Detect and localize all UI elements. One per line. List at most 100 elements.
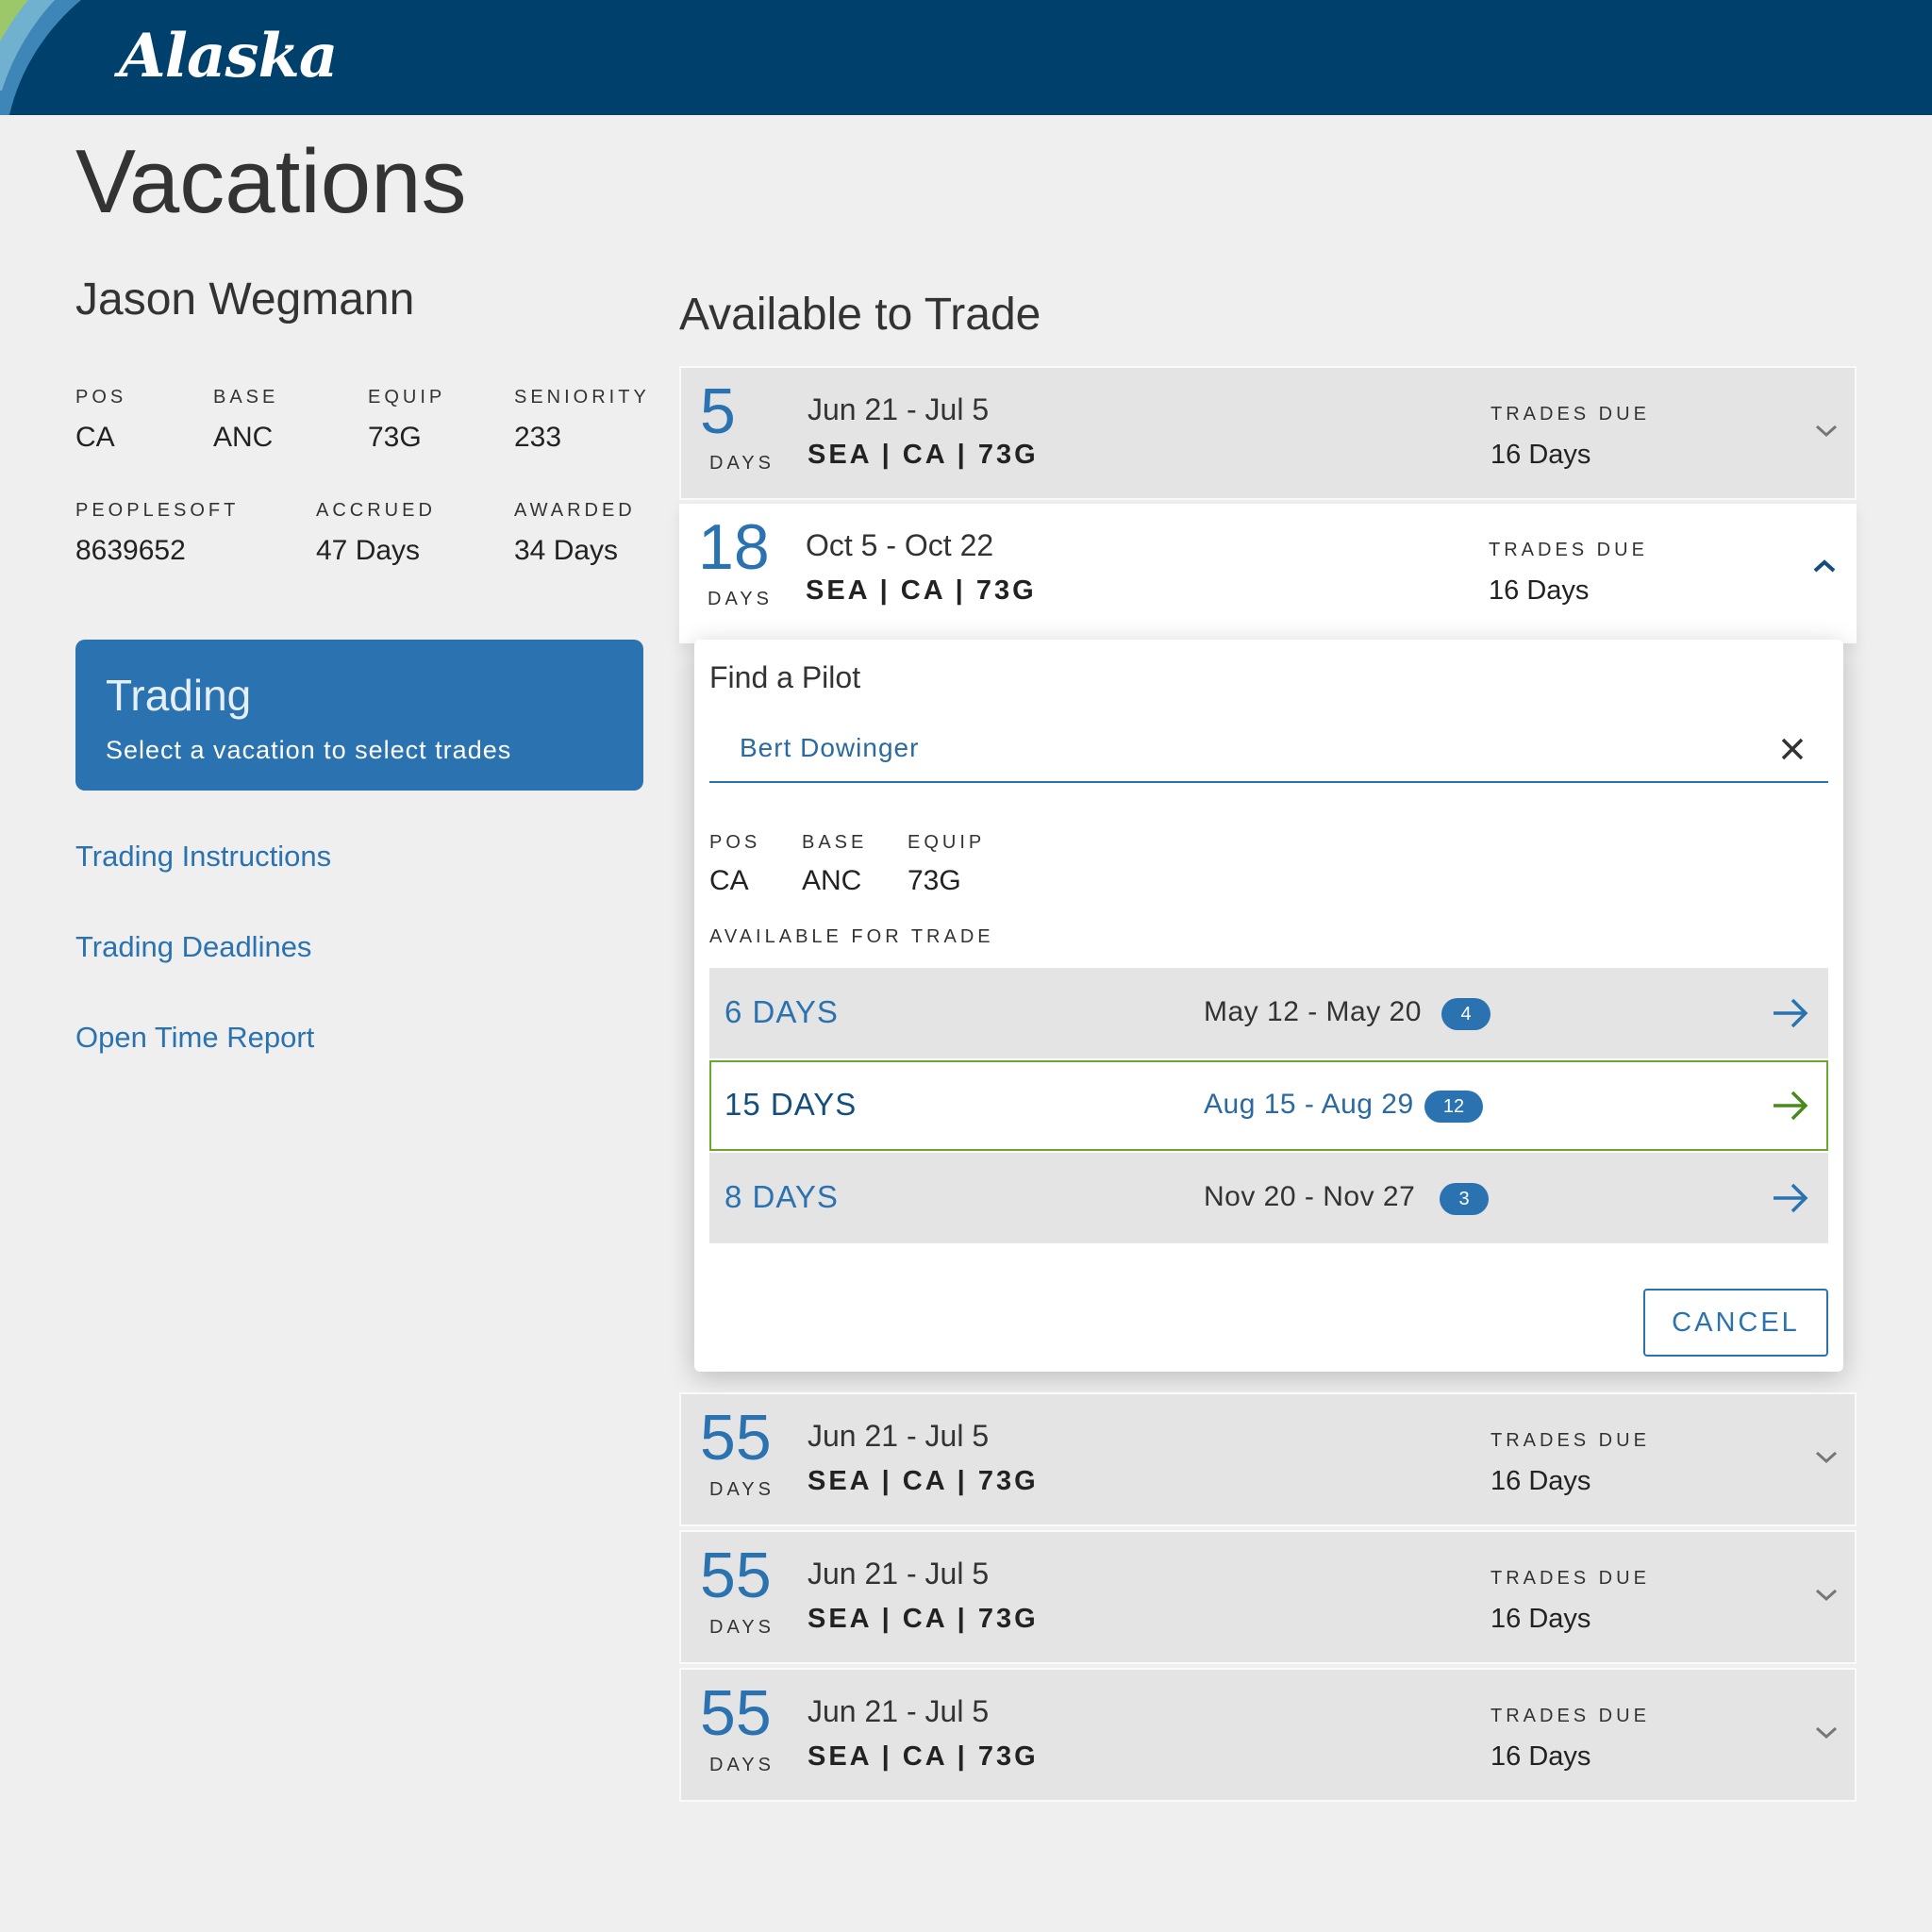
stat-equip: EQUIP 73G xyxy=(368,387,445,454)
vacation-dates: Oct 5 - Oct 22 xyxy=(806,528,994,562)
vacation-route: SEA | CA | 73G xyxy=(808,1604,1039,1634)
trades-due-value: 16 Days xyxy=(1491,440,1591,470)
stat-value: CA xyxy=(709,865,749,896)
vacation-route: SEA | CA | 73G xyxy=(808,440,1039,470)
alaska-logo[interactable]: Alaska xyxy=(119,21,338,92)
arrow-right-icon[interactable] xyxy=(1770,1087,1811,1124)
stat-accrued: ACCRUED 47 Days xyxy=(316,500,436,567)
vacation-route: SEA | CA | 73G xyxy=(808,1741,1039,1772)
pilot-search-input[interactable] xyxy=(740,724,1683,772)
cancel-button[interactable]: CANCEL xyxy=(1643,1289,1828,1357)
stat-label: PEOPLESOFT xyxy=(75,500,240,521)
trades-due-value: 16 Days xyxy=(1491,1604,1591,1634)
trade-option-selected[interactable]: 15 DAYS Aug 15 - Aug 29 12 xyxy=(709,1060,1828,1151)
trading-instructions-link[interactable]: Trading Instructions xyxy=(75,840,331,874)
stat-value: 47 Days xyxy=(316,535,421,566)
vacation-days-count: 5 xyxy=(700,375,736,447)
stat-value: 73G xyxy=(908,865,961,896)
trade-days: 8 DAYS xyxy=(724,1179,839,1214)
days-label: DAYS xyxy=(709,1755,774,1775)
trades-due-label: TRADES DUE xyxy=(1489,540,1648,560)
trades-due-value: 16 Days xyxy=(1491,1741,1591,1772)
vacation-days-count: 55 xyxy=(700,1402,772,1474)
pilot-search-field xyxy=(709,717,1828,783)
vacation-days-count: 55 xyxy=(700,1540,772,1611)
trades-due-value: 16 Days xyxy=(1489,575,1590,606)
stat-pos: POS CA xyxy=(75,387,126,454)
stat-value: 233 xyxy=(514,422,562,453)
available-for-trade-label: AVAILABLE FOR TRADE xyxy=(709,926,994,947)
trades-due-label: TRADES DUE xyxy=(1491,1706,1650,1726)
stat-value: 34 Days xyxy=(514,535,619,566)
trade-count-badge: 4 xyxy=(1441,998,1491,1030)
trades-due-label: TRADES DUE xyxy=(1491,1568,1650,1589)
chevron-down-icon[interactable] xyxy=(1811,419,1841,441)
find-pilot-title: Find a Pilot xyxy=(709,660,861,694)
trade-date-range: Nov 20 - Nov 27 xyxy=(1204,1181,1416,1212)
trading-deadlines-link[interactable]: Trading Deadlines xyxy=(75,930,311,964)
days-label: DAYS xyxy=(709,453,774,474)
trade-option[interactable]: 8 DAYS Nov 20 - Nov 27 3 xyxy=(709,1153,1828,1243)
stat-value: 73G xyxy=(368,422,422,453)
stat-value: ANC xyxy=(213,422,274,453)
arrow-right-icon[interactable] xyxy=(1770,1179,1811,1217)
chevron-up-icon[interactable] xyxy=(1809,555,1840,577)
trades-due-label: TRADES DUE xyxy=(1491,404,1650,425)
found-pilot-base: BASE ANC xyxy=(802,832,867,897)
trade-date-range: Aug 15 - Aug 29 xyxy=(1204,1089,1414,1120)
vacation-row[interactable]: 55 DAYS Jun 21 - Jul 5 SEA | CA | 73G TR… xyxy=(679,1668,1857,1802)
stat-label: BASE xyxy=(802,832,868,853)
trade-count-badge: 3 xyxy=(1440,1183,1489,1215)
found-pilot-equip: EQUIP 73G xyxy=(908,832,985,897)
stat-awarded: AWARDED 34 Days xyxy=(514,500,636,567)
find-pilot-panel: Find a Pilot POS CA BASE ANC EQUIP 73G A… xyxy=(694,640,1843,1372)
vacation-row[interactable]: 55 DAYS Jun 21 - Jul 5 SEA | CA | 73G TR… xyxy=(679,1530,1857,1664)
chevron-down-icon[interactable] xyxy=(1811,1445,1841,1468)
stat-label: BASE xyxy=(213,387,279,408)
brand-swoosh-icon xyxy=(0,0,81,115)
trading-card: Trading Select a vacation to select trad… xyxy=(75,640,643,791)
days-label: DAYS xyxy=(709,1479,774,1500)
app-header: Alaska xyxy=(0,0,1932,115)
vacation-row[interactable]: 55 DAYS Jun 21 - Jul 5 SEA | CA | 73G TR… xyxy=(679,1392,1857,1526)
trade-days: 6 DAYS xyxy=(724,994,839,1029)
vacation-dates: Jun 21 - Jul 5 xyxy=(808,1419,990,1453)
vacation-dates: Jun 21 - Jul 5 xyxy=(808,1694,990,1728)
stat-label: SENIORITY xyxy=(514,387,650,408)
trading-card-subtitle: Select a vacation to select trades xyxy=(106,736,512,764)
open-time-report-link[interactable]: Open Time Report xyxy=(75,1021,314,1055)
trade-option[interactable]: 6 DAYS May 12 - May 20 4 xyxy=(709,968,1828,1058)
stat-value: CA xyxy=(75,422,115,453)
stat-seniority: SENIORITY 233 xyxy=(514,387,650,454)
stat-label: POS xyxy=(709,832,761,853)
pilot-name: Jason Wegmann xyxy=(75,275,415,325)
days-label: DAYS xyxy=(709,1617,774,1638)
trading-card-title: Trading xyxy=(106,671,252,720)
available-to-trade-title: Available to Trade xyxy=(679,290,1041,340)
page-title: Vacations xyxy=(75,131,467,232)
arrow-right-icon[interactable] xyxy=(1770,994,1811,1032)
chevron-down-icon[interactable] xyxy=(1811,1721,1841,1743)
vacation-row[interactable]: 5 DAYS Jun 21 - Jul 5 SEA | CA | 73G TRA… xyxy=(679,366,1857,500)
trades-due-label: TRADES DUE xyxy=(1491,1430,1650,1451)
vacation-days-count: 55 xyxy=(700,1677,772,1749)
vacation-route: SEA | CA | 73G xyxy=(808,1466,1039,1496)
days-label: DAYS xyxy=(708,589,773,609)
trade-days: 15 DAYS xyxy=(724,1087,858,1122)
stat-label: EQUIP xyxy=(368,387,446,408)
vacation-route: SEA | CA | 73G xyxy=(806,575,1037,606)
stat-label: EQUIP xyxy=(908,832,986,853)
stat-label: ACCRUED xyxy=(316,500,436,521)
vacation-row-expanded[interactable]: 18 DAYS Oct 5 - Oct 22 SEA | CA | 73G TR… xyxy=(679,504,1857,643)
stat-base: BASE ANC xyxy=(213,387,278,454)
close-icon[interactable] xyxy=(1774,730,1811,768)
stat-peoplesoft: PEOPLESOFT 8639652 xyxy=(75,500,239,567)
stat-value: ANC xyxy=(802,865,862,896)
found-pilot-pos: POS CA xyxy=(709,832,760,897)
chevron-down-icon[interactable] xyxy=(1811,1583,1841,1606)
stat-label: POS xyxy=(75,387,127,408)
stat-value: 8639652 xyxy=(75,535,186,566)
trades-due-value: 16 Days xyxy=(1491,1466,1591,1496)
vacation-days-count: 18 xyxy=(698,511,770,583)
trade-count-badge: 12 xyxy=(1424,1091,1483,1123)
